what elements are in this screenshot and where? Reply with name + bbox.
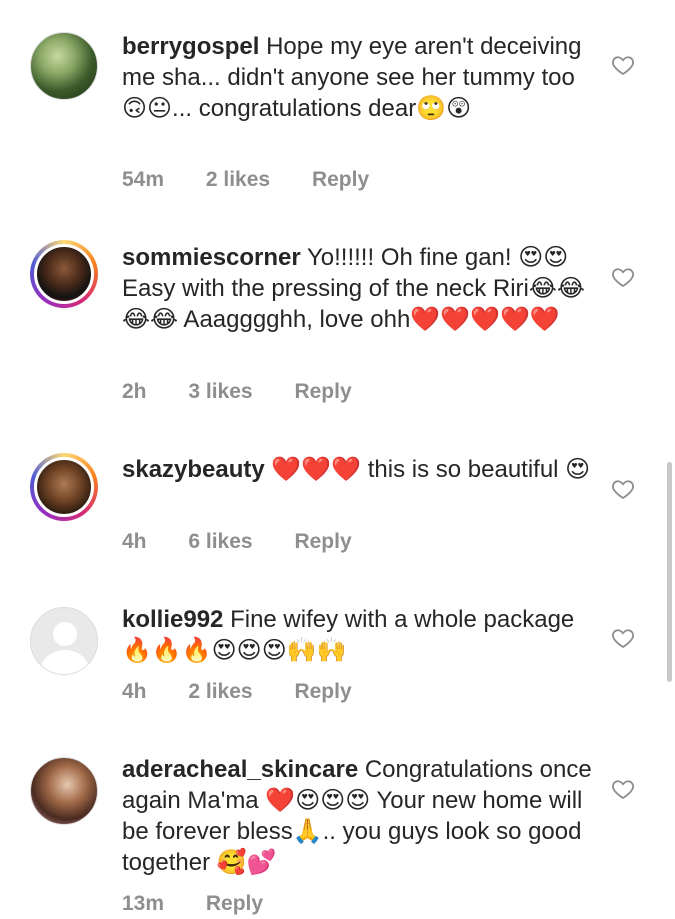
comment-likes[interactable]: 2 likes — [188, 680, 252, 704]
comment-username[interactable]: skazybeauty — [122, 456, 265, 483]
heart-outline-icon[interactable] — [611, 477, 635, 501]
comment-text: ❤️❤️❤️ this is so beautiful 😍 — [271, 456, 591, 483]
reply-button[interactable]: Reply — [294, 680, 351, 704]
reply-button[interactable]: Reply — [294, 380, 351, 404]
comment-body: skazybeauty ❤️❤️❤️ this is so beautiful … — [122, 454, 592, 485]
avatar[interactable] — [30, 240, 98, 308]
default-avatar[interactable] — [30, 607, 98, 675]
comment-meta: 2h 3 likes Reply — [122, 380, 388, 404]
avatar[interactable] — [30, 453, 98, 521]
comment-time: 4h — [122, 530, 147, 553]
comment-username[interactable]: kollie992 — [122, 606, 223, 633]
comment-likes[interactable]: 6 likes — [188, 530, 252, 554]
comment-time: 13m — [122, 892, 165, 915]
avatar-head — [53, 622, 77, 646]
comment-username[interactable]: aderacheal_skincare — [122, 756, 358, 783]
avatar[interactable] — [30, 757, 98, 825]
comment-meta: 13m Reply — [122, 892, 299, 916]
reply-button[interactable]: Reply — [206, 892, 263, 916]
reply-button[interactable]: Reply — [294, 530, 351, 554]
avatar[interactable] — [30, 32, 98, 100]
comment-meta: 54m 2 likes Reply — [122, 168, 405, 192]
comment-meta: 4h 2 likes Reply — [122, 680, 388, 704]
comment-likes[interactable]: 2 likes — [206, 168, 270, 192]
heart-outline-icon[interactable] — [611, 626, 635, 650]
heart-outline-icon[interactable] — [611, 265, 635, 289]
comment-body: berrygospel Hope my eye aren't deceiving… — [122, 31, 592, 124]
comment-time: 2h — [122, 380, 147, 403]
comment-body: aderacheal_skincare Congratulations once… — [122, 754, 592, 878]
reply-button[interactable]: Reply — [312, 168, 369, 192]
comment-username[interactable]: sommiescorner — [122, 244, 301, 271]
heart-outline-icon[interactable] — [611, 777, 635, 801]
comment-body: sommiescorner Yo!!!!!! Oh fine gan! 😍😍 E… — [122, 242, 592, 335]
comment-meta: 4h 6 likes Reply — [122, 530, 388, 554]
heart-outline-icon[interactable] — [611, 53, 635, 77]
comment-body: kollie992 Fine wifey with a whole packag… — [122, 604, 592, 666]
scrollbar[interactable] — [667, 462, 672, 682]
avatar-body — [41, 650, 89, 674]
comment-time: 54m — [122, 168, 165, 191]
comment-username[interactable]: berrygospel — [122, 33, 259, 60]
comment-likes[interactable]: 3 likes — [188, 380, 252, 404]
comment-time: 4h — [122, 680, 147, 703]
